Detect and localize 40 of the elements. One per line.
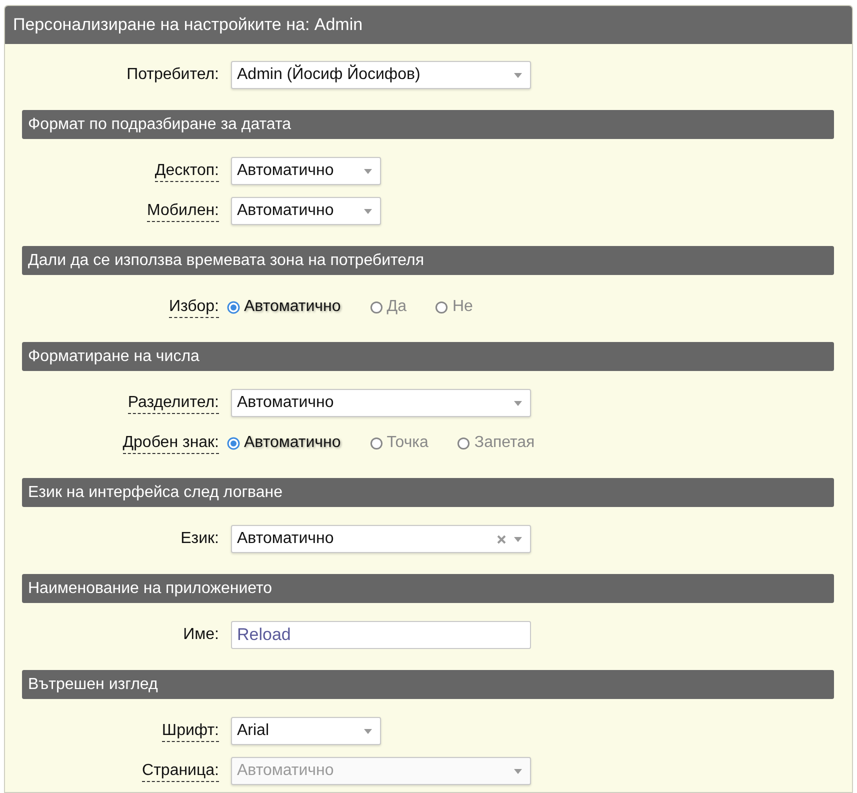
field-label: Име:: [183, 625, 219, 645]
field-label: Десктоп:: [154, 160, 219, 182]
radio-icon[interactable]: [370, 300, 383, 314]
input-field[interactable]: Reload: [231, 621, 531, 649]
radio-icon[interactable]: [370, 436, 383, 450]
select-field[interactable]: Автоматично: [231, 157, 381, 185]
field-label: Страница:: [142, 760, 219, 782]
section-header: Наименование на приложението: [22, 574, 834, 603]
caret-icon: [514, 72, 522, 78]
select-field[interactable]: Автоматично: [231, 197, 381, 225]
clear-icon[interactable]: [497, 534, 506, 544]
caret-icon: [364, 728, 372, 734]
radio-icon[interactable]: [227, 436, 240, 450]
caret-icon: [364, 168, 372, 174]
caret-icon: [514, 400, 522, 406]
field-label: Избор:: [168, 296, 219, 318]
section-header: Форматиране на числа: [22, 342, 834, 371]
select-field[interactable]: Автоматично: [231, 525, 531, 553]
field-label: Език:: [180, 529, 219, 549]
radio-option[interactable]: Автоматично: [227, 295, 341, 319]
panel-title: Персонализиране на настройките на: Admin: [5, 6, 852, 44]
field-label: Разделител:: [128, 392, 219, 414]
field-label: Потребител:: [126, 65, 219, 85]
field-label: Шрифт:: [162, 720, 219, 742]
section-header: Език на интерфейса след логване: [22, 478, 834, 507]
radio-icon[interactable]: [435, 300, 448, 314]
select-field[interactable]: Admin (Йосиф Йосифов): [231, 61, 531, 89]
radio-icon[interactable]: [457, 436, 470, 450]
radio-option[interactable]: Автоматично: [227, 431, 341, 455]
section-header: Вътрешен изглед: [22, 670, 834, 699]
radio-icon[interactable]: [227, 300, 240, 314]
field-label: Мобилен:: [146, 200, 219, 222]
select-field[interactable]: Автоматично: [231, 389, 531, 417]
caret-icon: [364, 208, 372, 214]
field-label: Дробен знак:: [122, 432, 219, 454]
section-header: Дали да се използва времевата зона на потребителя: [22, 246, 834, 275]
select-field[interactable]: Arial: [231, 717, 381, 745]
caret-icon: [514, 768, 522, 774]
section-header: Формат по подразбиране за датата: [22, 110, 834, 139]
caret-icon: [514, 536, 522, 542]
